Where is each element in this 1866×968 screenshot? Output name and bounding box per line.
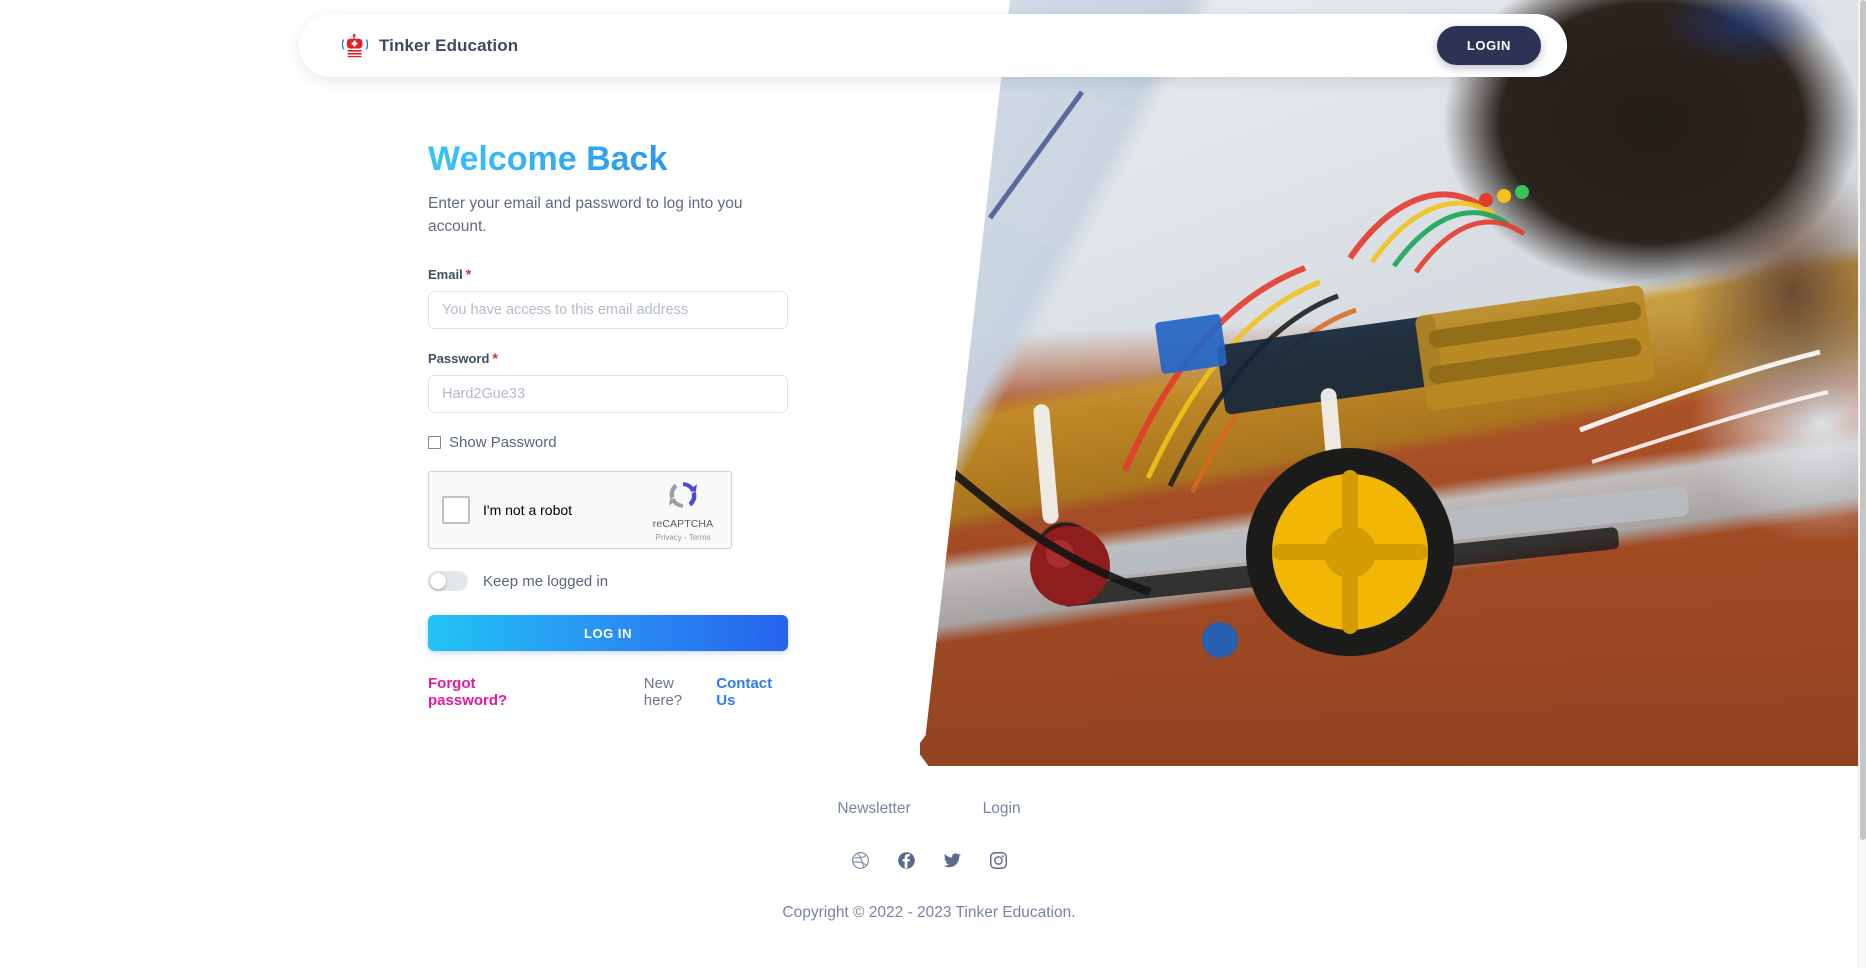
header-login-button[interactable]: LOGIN bbox=[1436, 26, 1541, 65]
keep-logged-in-toggle-knob bbox=[430, 573, 446, 590]
password-label-text: Password bbox=[428, 351, 490, 367]
keep-logged-in-toggle[interactable] bbox=[428, 571, 468, 592]
log-in-submit-button[interactable]: LOG IN bbox=[428, 615, 788, 652]
show-password-checkbox[interactable] bbox=[428, 436, 441, 450]
brand[interactable]: Tinker Education bbox=[342, 33, 518, 59]
keep-logged-in-label: Keep me logged in bbox=[483, 572, 609, 590]
recaptcha-logo-icon bbox=[668, 482, 698, 509]
facebook-icon[interactable] bbox=[897, 851, 916, 870]
footer-social-links bbox=[0, 851, 1858, 870]
recaptcha-widget[interactable]: I'm not a robot reCAPTCHA Privacy - Term… bbox=[428, 471, 732, 550]
forgot-password-link[interactable]: Forgot password? bbox=[428, 675, 550, 709]
footer-link-newsletter[interactable]: Newsletter bbox=[837, 800, 910, 818]
robot-logo-icon bbox=[342, 33, 368, 57]
email-label-text: Email bbox=[428, 267, 463, 283]
login-page: Tinker Education LOGIN Welcome Back Ente… bbox=[0, 0, 1866, 968]
dribbble-icon[interactable] bbox=[851, 851, 870, 870]
brand-name: Tinker Education bbox=[379, 35, 519, 55]
show-password-row[interactable]: Show Password bbox=[428, 434, 790, 451]
show-password-label[interactable]: Show Password bbox=[449, 434, 557, 451]
page-scrollbar-thumb[interactable] bbox=[1860, 0, 1866, 840]
hero-image-panel bbox=[920, 0, 1858, 766]
contact-us-link[interactable]: Contact Us bbox=[716, 675, 790, 709]
page-footer: Newsletter Login Copyright © 2022 - 2023… bbox=[0, 800, 1858, 922]
page-scrollbar[interactable] bbox=[1858, 0, 1866, 968]
recaptcha-branding: reCAPTCHA Privacy - Terms bbox=[647, 478, 719, 542]
form-links-row: Forgot password? New here? Contact Us bbox=[428, 675, 790, 709]
recaptcha-legal-links[interactable]: Privacy - Terms bbox=[647, 533, 719, 542]
recaptcha-label: I'm not a robot bbox=[483, 502, 573, 519]
twitter-icon[interactable] bbox=[943, 851, 962, 870]
footer-nav: Newsletter Login bbox=[0, 800, 1858, 818]
page-title: Welcome Back bbox=[428, 140, 790, 179]
password-field-block: Password * bbox=[428, 350, 790, 414]
email-label: Email * bbox=[428, 266, 790, 282]
page-subtitle: Enter your email and password to log int… bbox=[428, 195, 743, 235]
recaptcha-checkbox[interactable] bbox=[442, 496, 470, 525]
footer-link-login[interactable]: Login bbox=[983, 800, 1021, 818]
password-required-asterisk: * bbox=[492, 350, 498, 367]
robot-car-wires-overlay bbox=[947, 90, 1829, 658]
copyright-text: Copyright © 2022 - 2023 Tinker Education… bbox=[782, 904, 1076, 921]
top-header-bar: Tinker Education LOGIN bbox=[299, 14, 1567, 77]
email-input[interactable] bbox=[428, 291, 788, 330]
recaptcha-brand-name: reCAPTCHA bbox=[652, 518, 714, 531]
new-here-text: New here? bbox=[643, 675, 683, 710]
instagram-icon[interactable] bbox=[989, 851, 1008, 870]
login-form: Welcome Back Enter your email and passwo… bbox=[428, 140, 790, 709]
email-field-block: Email * bbox=[428, 266, 790, 330]
password-input[interactable] bbox=[428, 375, 788, 414]
password-label: Password * bbox=[428, 350, 790, 366]
keep-logged-in-row[interactable]: Keep me logged in bbox=[428, 571, 790, 592]
email-required-asterisk: * bbox=[465, 266, 472, 283]
